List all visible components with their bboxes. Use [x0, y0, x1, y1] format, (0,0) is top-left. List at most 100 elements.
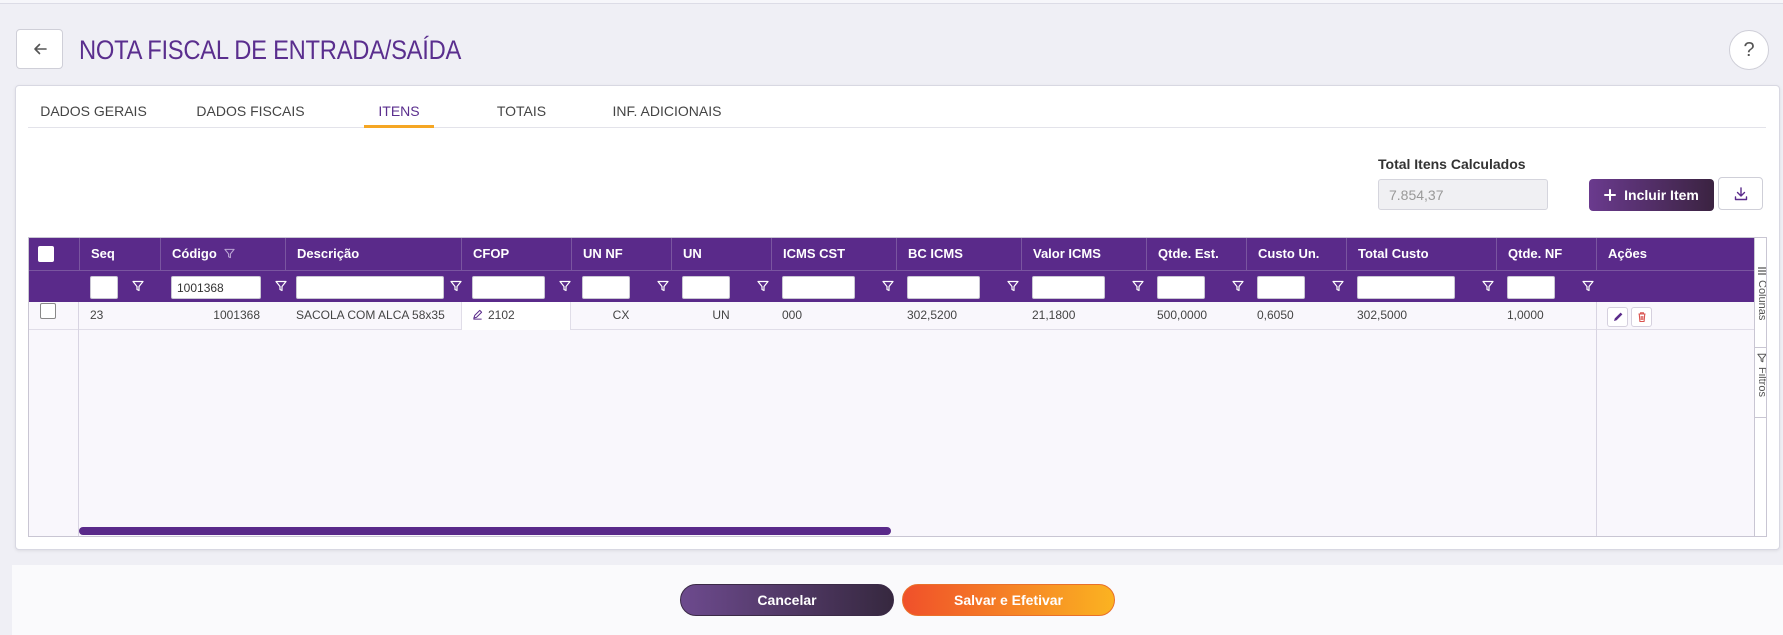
descricao-filter-input[interactable]: [296, 276, 444, 299]
help-button[interactable]: ?: [1729, 30, 1769, 70]
horizontal-scrollbar[interactable]: [79, 527, 891, 535]
download-icon: [1734, 186, 1747, 200]
col-valor-icms[interactable]: Valor ICMS: [1021, 238, 1146, 270]
col-seq[interactable]: Seq: [79, 238, 160, 270]
page-title: NOTA FISCAL DE ENTRADA/SAÍDA: [79, 35, 462, 65]
tab-dados-gerais[interactable]: DADOS GERAIS: [28, 96, 159, 128]
cell-bc-icms: 302,5200: [907, 308, 958, 322]
filter-icon[interactable]: [757, 280, 769, 292]
edit-icon: [1613, 312, 1622, 321]
qtde-nf-filter-input[interactable]: [1507, 276, 1555, 299]
cancel-button[interactable]: Cancelar: [680, 584, 894, 616]
select-all-cell: [29, 238, 79, 270]
cell-descricao: SACOLA COM ALCA 58x35: [296, 308, 445, 322]
col-bc-icms[interactable]: BC ICMS: [896, 238, 1021, 270]
footer-bar: [12, 565, 1783, 635]
codigo-filter-input[interactable]: [171, 276, 261, 299]
col-icms-cst[interactable]: ICMS CST: [771, 238, 896, 270]
tab-bar: DADOS GERAIS DADOS FISCAIS ITENS TOTAIS …: [28, 96, 1766, 128]
col-un-nf[interactable]: UN NF: [571, 238, 671, 270]
col-codigo-label: Código: [172, 246, 217, 261]
cfop-filter-input[interactable]: [472, 276, 545, 299]
filtros-tab[interactable]: Filtros: [1755, 348, 1767, 418]
grid-header: Seq Código Descrição CFOP UN NF UN ICMS …: [29, 238, 1754, 270]
col-un[interactable]: UN: [671, 238, 771, 270]
col-acoes: Ações: [1596, 238, 1754, 270]
seq-filter-input[interactable]: [90, 276, 118, 299]
tab-dados-fiscais[interactable]: DADOS FISCAIS: [176, 96, 325, 128]
cell-seq: 23: [90, 308, 104, 322]
column-divider: [1596, 302, 1597, 536]
grid-sidebar: Colunas Filtros: [1754, 238, 1767, 536]
col-qtde-est[interactable]: Qtde. Est.: [1146, 238, 1246, 270]
bc-icms-filter-input[interactable]: [907, 276, 980, 299]
valor-icms-filter-input[interactable]: [1032, 276, 1105, 299]
cell-total-custo: 302,5000: [1357, 308, 1408, 322]
pencil-icon: [473, 309, 483, 320]
un-filter-input[interactable]: [682, 276, 730, 299]
row-checkbox[interactable]: [40, 303, 56, 319]
qtde-est-filter-input[interactable]: [1157, 276, 1205, 299]
trash-icon: [1638, 312, 1645, 323]
incluir-item-button[interactable]: Incluir Item: [1589, 179, 1714, 211]
col-codigo[interactable]: Código: [160, 238, 285, 270]
tab-totais[interactable]: TOTAIS: [474, 96, 569, 128]
col-qtde-nf[interactable]: Qtde. NF: [1496, 238, 1596, 270]
cell-un: UN: [712, 308, 730, 322]
custo-un-filter-input[interactable]: [1257, 276, 1305, 299]
col-descricao[interactable]: Descrição: [285, 238, 461, 270]
download-button[interactable]: [1718, 177, 1763, 210]
incluir-item-label: Incluir Item: [1624, 187, 1699, 203]
back-button[interactable]: [16, 29, 63, 69]
filter-icon[interactable]: [132, 280, 144, 292]
filter-icon[interactable]: [1482, 280, 1494, 292]
cell-icms-cst: 000: [782, 308, 803, 322]
cell-codigo: 1001368: [213, 308, 260, 322]
filter-icon[interactable]: [1007, 280, 1019, 292]
top-bar: [0, 0, 1783, 4]
filter-icon[interactable]: [450, 280, 462, 292]
plus-icon: [1604, 189, 1617, 201]
total-custo-filter-input[interactable]: [1357, 276, 1455, 299]
filter-icon[interactable]: [1582, 280, 1594, 292]
col-cfop[interactable]: CFOP: [461, 238, 571, 270]
un-nf-filter-input[interactable]: [582, 276, 630, 299]
filter-icon[interactable]: [1132, 280, 1144, 292]
filter-icon[interactable]: [882, 280, 894, 292]
filter-icon[interactable]: [275, 280, 287, 292]
edit-row-button[interactable]: [1607, 307, 1628, 327]
cell-cfop-value: 2102: [488, 308, 515, 322]
cell-qtde-nf: 1,0000: [1507, 308, 1544, 322]
col-custo-un[interactable]: Custo Un.: [1246, 238, 1346, 270]
arrow-left-icon: [33, 43, 47, 55]
cell-un-nf: CX: [612, 308, 630, 322]
tab-itens[interactable]: ITENS: [364, 96, 434, 128]
main-card: DADOS GERAIS DADOS FISCAIS ITENS TOTAIS …: [15, 85, 1780, 550]
colunas-tab[interactable]: Colunas: [1755, 262, 1767, 348]
cell-valor-icms: 21,1800: [1032, 308, 1076, 322]
help-icon: ?: [1743, 38, 1755, 61]
icms-cst-filter-input[interactable]: [782, 276, 855, 299]
col-total-custo[interactable]: Total Custo: [1346, 238, 1496, 270]
cell-custo-un: 0,6050: [1257, 308, 1294, 322]
filtros-label: Filtros: [1756, 367, 1767, 397]
filter-active-icon: [224, 248, 236, 259]
total-itens-field: [1378, 179, 1548, 210]
column-divider: [78, 302, 79, 536]
save-button[interactable]: Salvar e Efetivar: [902, 584, 1115, 616]
filter-icon[interactable]: [1232, 280, 1244, 292]
cell-cfop[interactable]: 2102: [461, 302, 571, 330]
total-itens-label: Total Itens Calculados: [1378, 156, 1526, 172]
table-row[interactable]: 23 1001368 SACOLA COM ALCA 58x35 2102 CX…: [29, 302, 1754, 330]
items-grid: Seq Código Descrição CFOP UN NF UN ICMS …: [28, 237, 1767, 537]
tab-inf-adicionais[interactable]: INF. ADICIONAIS: [592, 96, 742, 128]
filter-icon: [1757, 353, 1766, 363]
filter-row: [29, 270, 1754, 302]
filter-icon[interactable]: [559, 280, 571, 292]
colunas-label: Colunas: [1756, 280, 1767, 321]
select-all-checkbox[interactable]: [38, 246, 54, 262]
filter-icon[interactable]: [657, 280, 669, 292]
delete-row-button[interactable]: [1631, 307, 1652, 327]
columns-icon: [1758, 267, 1766, 275]
filter-icon[interactable]: [1332, 280, 1344, 292]
